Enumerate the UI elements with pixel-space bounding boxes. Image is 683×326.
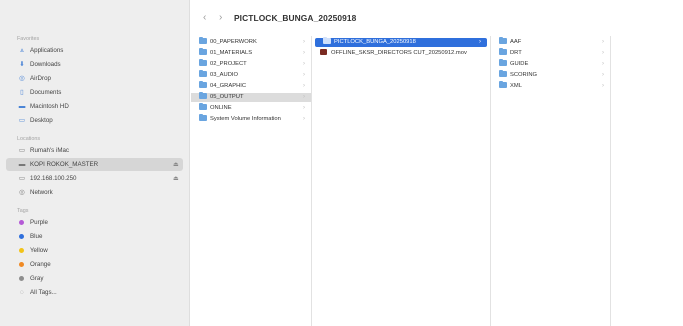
purple-tag-dot-icon [19, 219, 24, 225]
sidebar-item-downloads[interactable]: ⬇ Downloads [17, 58, 60, 71]
applications-icon: ⩓ [20, 47, 24, 54]
chevron-right-icon: › [602, 61, 604, 67]
folder-icon [323, 37, 331, 44]
documents-icon: ▯ [20, 89, 24, 96]
chevron-right-icon: › [303, 50, 305, 56]
folder-icon [199, 70, 207, 77]
folder-row[interactable]: SCORING › [491, 70, 610, 80]
chevron-right-icon: › [303, 116, 305, 122]
chevron-right-icon: › [303, 61, 305, 67]
folder-icon [499, 59, 507, 66]
chevron-right-icon: › [602, 50, 604, 56]
forward-button[interactable]: › [219, 12, 222, 23]
yellow-tag-dot-icon [19, 247, 24, 253]
folder-row-selected[interactable]: 05_OUTPUT › [191, 92, 311, 102]
chevron-right-icon: › [303, 94, 305, 100]
folder-icon [499, 70, 507, 77]
sidebar-section-tags: Tags [17, 208, 29, 214]
sidebar-item-server[interactable]: ▭ 192.168.100.250 [17, 172, 77, 185]
folder-icon [199, 81, 207, 88]
blue-tag-dot-icon [19, 233, 24, 239]
network-icon: ◎ [19, 189, 25, 196]
folder-row[interactable]: 02_PROJECT › [191, 59, 311, 69]
folder-row[interactable]: ONLINE › [191, 103, 311, 113]
folder-row-selected[interactable]: PICTLOCK_BUNGA_20250918 › [315, 37, 487, 47]
back-button[interactable]: ‹ [203, 12, 206, 23]
folder-row[interactable]: System Volume Information › [191, 114, 311, 124]
finder-window: Favorites ⩓ Applications ⬇ Downloads ◎ AirD… [0, 0, 683, 326]
sidebar-section-locations: Locations [17, 136, 41, 142]
sidebar-item-airdrop[interactable]: ◎ AirDrop [17, 72, 51, 85]
sidebar-tag-gray[interactable]: Gray [17, 272, 43, 285]
chevron-right-icon: › [303, 105, 305, 111]
browser-column-3: AAF › DRT › GUIDE › SCORING › XML › [491, 36, 611, 326]
sidebar-tag-blue[interactable]: Blue [17, 230, 42, 243]
window-title: PICTLOCK_BUNGA_20250918 [234, 13, 357, 23]
sidebar-item-rumahs-imac[interactable]: ▭ Rumah's iMac [17, 144, 69, 157]
eject-icon[interactable]: ⏏ [173, 161, 179, 168]
folder-row[interactable]: DRT › [491, 48, 610, 58]
desktop-icon: ▭ [18, 117, 26, 124]
folder-icon [199, 48, 207, 55]
folder-row[interactable]: 00_PAPERWORK › [191, 37, 311, 47]
chevron-right-icon: › [303, 72, 305, 78]
chevron-right-icon: › [303, 83, 305, 89]
airdrop-icon: ◎ [19, 75, 25, 82]
chevron-right-icon: › [303, 39, 305, 45]
chevron-right-icon: › [602, 72, 604, 78]
sidebar: Favorites ⩓ Applications ⬇ Downloads ◎ AirD… [0, 0, 190, 326]
folder-row[interactable]: XML › [491, 81, 610, 91]
browser-column-2: PICTLOCK_BUNGA_20250918 › OFFLINE_SKSR_DI… [312, 36, 491, 326]
chevron-right-icon: › [602, 39, 604, 45]
folder-icon [199, 92, 207, 99]
chevron-right-icon: › [602, 83, 604, 89]
gray-tag-dot-icon [19, 275, 24, 281]
file-row[interactable]: OFFLINE_SKSR_DIRECTORS CUT_20250912.mov [312, 49, 490, 58]
sidebar-item-kopi-rokok-master[interactable]: ▬ KOPI ROKOK_MASTER [17, 158, 98, 171]
all-tags-icon: ◌ [20, 289, 24, 296]
folder-row[interactable]: 04_GRAPHIC › [191, 81, 311, 91]
folder-icon [199, 37, 207, 44]
folder-icon [499, 81, 507, 88]
folder-icon [199, 103, 207, 110]
browser-column-1: 00_PAPERWORK › 01_MATERIALS › 02_PROJECT › … [191, 36, 312, 326]
folder-icon [199, 59, 207, 66]
sidebar-section-favorites: Favorites [17, 36, 40, 42]
orange-tag-dot-icon [19, 261, 24, 267]
folder-row[interactable]: AAF › [491, 37, 610, 47]
sidebar-tag-orange[interactable]: Orange [17, 258, 51, 271]
folder-row[interactable]: 01_MATERIALS › [191, 48, 311, 58]
monitor-icon: ▭ [18, 175, 26, 182]
sidebar-tag-purple[interactable]: Purple [17, 216, 48, 229]
video-file-icon [320, 49, 327, 55]
folder-icon [499, 48, 507, 55]
drive-icon: ▬ [18, 161, 26, 168]
computer-icon: ▭ [18, 147, 26, 154]
sidebar-item-documents[interactable]: ▯ Documents [17, 86, 61, 99]
sidebar-item-applications[interactable]: ⩓ Applications [17, 44, 63, 57]
hard-drive-icon: ▬ [18, 103, 26, 110]
sidebar-item-network[interactable]: ◎ Network [17, 186, 53, 199]
downloads-icon: ⬇ [19, 61, 25, 68]
folder-row[interactable]: 03_AUDIO › [191, 70, 311, 80]
eject-icon[interactable]: ⏏ [173, 175, 179, 182]
folder-row[interactable]: GUIDE › [491, 59, 610, 69]
folder-icon [499, 37, 507, 44]
sidebar-tag-yellow[interactable]: Yellow [17, 244, 48, 257]
chevron-right-icon: › [479, 39, 481, 45]
browser-column-4 [611, 36, 683, 326]
sidebar-item-desktop[interactable]: ▭ Desktop [17, 114, 53, 127]
sidebar-item-macintosh-hd[interactable]: ▬ Macintosh HD [17, 100, 69, 113]
folder-icon [199, 114, 207, 121]
sidebar-all-tags[interactable]: ◌ All Tags... [17, 286, 57, 299]
